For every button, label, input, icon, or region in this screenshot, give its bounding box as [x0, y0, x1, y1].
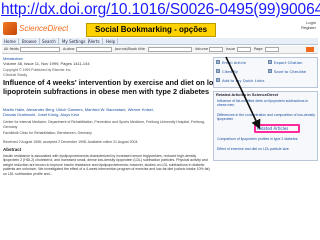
- quick-search-bar: All fields Author Journal/Book title Vol…: [2, 46, 318, 54]
- author-label: Author: [63, 47, 75, 51]
- tab-help[interactable]: Help: [104, 38, 119, 45]
- pointer-arrow-icon: [225, 56, 261, 130]
- email-icon: [216, 60, 220, 64]
- related-article-link[interactable]: Effect of exercise and diet on LDL parti…: [217, 147, 316, 151]
- slide: http://dx.doi.org/10.1016/S0026-0495(99)…: [0, 0, 320, 240]
- export-citation-link[interactable]: Export Citation: [274, 60, 302, 65]
- article-title-line: Influence of 4 weeks' intervention by ex…: [3, 78, 248, 87]
- cited-by-icon: [216, 69, 220, 73]
- save-to-citeulike-link[interactable]: Save to Citeulike: [274, 69, 306, 74]
- article-type: Clinical Study: [3, 72, 28, 77]
- article-title-line: lipoprotein subfractions in obese men wi…: [3, 87, 210, 96]
- abstract-heading: Abstract: [3, 147, 22, 152]
- register-link[interactable]: Register: [301, 25, 316, 30]
- sciencedirect-screenshot: ScienceDirect Login Register Home Browse…: [0, 19, 320, 240]
- journal-input[interactable]: [148, 47, 192, 52]
- tab-search[interactable]: Search: [40, 38, 59, 45]
- affiliation: Center for Internal Medicine, Department…: [3, 120, 205, 129]
- tab-browse[interactable]: Browse: [20, 38, 40, 45]
- author-input[interactable]: [76, 47, 112, 52]
- issue-input[interactable]: [237, 47, 251, 52]
- doi-link[interactable]: http://dx.doi.org/10.1016/S0026-0495(99)…: [1, 0, 320, 19]
- authors-line[interactable]: Donata Grathwohl, Josef König, Aloys Keu…: [3, 112, 79, 117]
- tab-home[interactable]: Home: [2, 38, 19, 45]
- journal-label: Journal/Book title: [115, 47, 145, 51]
- quick-links-icon: [216, 78, 220, 82]
- issue-label: Issue: [226, 47, 236, 51]
- related-article-link[interactable]: Comparison of lipoprotein profiles in ty…: [217, 137, 316, 141]
- search-go-button[interactable]: [306, 47, 314, 52]
- received-dates: Received 2 August 1998; accepted 2 Decem…: [3, 140, 139, 144]
- all-fields-input[interactable]: [20, 47, 60, 52]
- volume-input[interactable]: [209, 47, 223, 52]
- abstract-text: Insulin resistance is associated with dy…: [3, 154, 210, 176]
- tab-my-settings[interactable]: My Settings: [60, 38, 89, 45]
- all-fields-label: All fields: [4, 47, 19, 51]
- sciencedirect-logo-text[interactable]: ScienceDirect: [19, 24, 68, 33]
- affiliation: Fachklinik Clinic for Rehabilitation, Be…: [3, 131, 92, 135]
- volume-info[interactable]: Volume 48, Issue 11, Nov 1999, Pages 141…: [3, 61, 90, 66]
- sciencedirect-logo-icon: [3, 22, 17, 35]
- tab-alerts[interactable]: Alerts: [86, 38, 103, 45]
- slide-caption: Social Bookmarking - opções: [86, 23, 216, 37]
- page-label: Page: [254, 47, 263, 51]
- nav-bar: Home Browse Search My Settings Alerts He…: [2, 38, 318, 45]
- page-input[interactable]: [265, 47, 279, 52]
- volume-label: Volume: [195, 47, 209, 51]
